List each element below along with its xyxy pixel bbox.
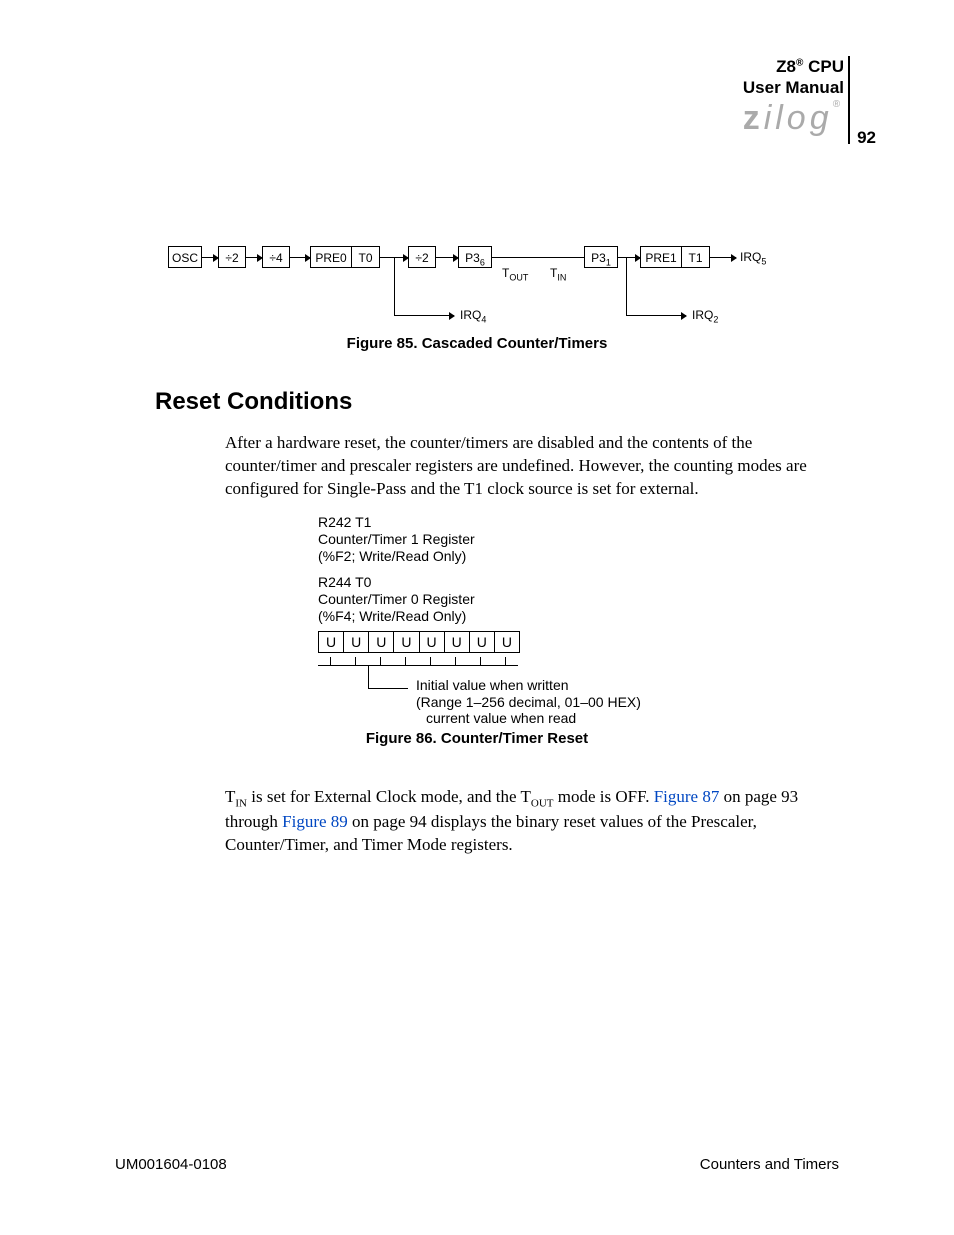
page-number: 92 — [857, 128, 876, 148]
section-heading: Reset Conditions — [155, 388, 352, 416]
label-tout: TOUT — [502, 266, 528, 282]
bit-desc-line: (Range 1–256 decimal, 01–00 HEX) — [416, 694, 641, 711]
page: Z8® CPU User Manual zilog® 92 OSC ÷2 ÷4 … — [0, 0, 954, 1235]
arrow-icon — [246, 257, 262, 258]
bit-cell: U — [445, 632, 470, 652]
figure-86-diagram: R242 T1 Counter/Timer 1 Register (%F2; W… — [318, 514, 678, 671]
block-div4: ÷4 — [262, 246, 290, 268]
figure-85-diagram: OSC ÷2 ÷4 PRE0 T0 ÷2 P36 TOUT TIN P31 PR… — [156, 240, 816, 340]
block-p31: P31 — [584, 246, 618, 268]
bit-brace: Initial value when written (Range 1–256 … — [318, 657, 518, 671]
reg-t0-block: R244 T0 Counter/Timer 0 Register (%F4; W… — [318, 574, 678, 624]
bit-cell: U — [495, 632, 519, 652]
header-separator — [848, 56, 850, 144]
bit-cell: U — [394, 632, 419, 652]
bit-cell: U — [420, 632, 445, 652]
bit-cell: U — [369, 632, 394, 652]
bit-description: Initial value when written (Range 1–256 … — [416, 677, 641, 727]
reg-t1-block: R242 T1 Counter/Timer 1 Register (%F2; W… — [318, 514, 678, 564]
reg-t1-name: R242 T1 — [318, 514, 678, 531]
bit-cell: U — [319, 632, 344, 652]
figure-85-caption: Figure 85. Cascaded Counter/Timers — [0, 335, 954, 352]
brand-logo: zilog® — [743, 99, 844, 138]
bit-desc-line: Initial value when written — [416, 677, 641, 694]
reg-t1-addr: (%F2; Write/Read Only) — [318, 548, 678, 565]
arrow-icon — [618, 257, 640, 258]
block-t1: T1 — [682, 246, 710, 268]
bit-cell: U — [344, 632, 369, 652]
block-pre1: PRE1 — [640, 246, 682, 268]
label-irq4: IRQ4 — [460, 308, 486, 324]
block-div2a: ÷2 — [218, 246, 246, 268]
arrow-icon — [202, 257, 218, 258]
footer-chapter: Counters and Timers — [700, 1156, 839, 1173]
bit-desc-line: current value when read — [416, 710, 641, 727]
line — [492, 257, 584, 258]
doc-title-line2: User Manual — [743, 78, 844, 97]
figure-86-caption: Figure 86. Counter/Timer Reset — [0, 730, 954, 747]
text: is set for External Clock mode, and the … — [251, 787, 531, 806]
line — [394, 257, 395, 315]
block-pre0: PRE0 — [310, 246, 352, 268]
label-irq5: IRQ5 — [740, 250, 766, 266]
reg-t0-desc: Counter/Timer 0 Register — [318, 591, 678, 608]
text: T — [225, 787, 235, 806]
sub-out: OUT — [531, 797, 554, 809]
text: mode is OFF. — [558, 787, 654, 806]
arrow-icon — [436, 257, 458, 258]
label-irq2: IRQ2 — [692, 308, 718, 324]
block-t0: T0 — [352, 246, 380, 268]
link-figure-87[interactable]: Figure 87 — [654, 787, 720, 806]
block-div2b: ÷2 — [408, 246, 436, 268]
arrow-icon — [290, 257, 310, 258]
block-osc: OSC — [168, 246, 202, 268]
bit-cell: U — [470, 632, 495, 652]
footer-doc-id: UM001604-0108 — [115, 1156, 227, 1173]
arrow-icon — [710, 257, 736, 258]
block-p36: P36 — [458, 246, 492, 268]
bit-row: U U U U U U U U — [318, 631, 520, 653]
section-paragraph-2: TIN is set for External Clock mode, and … — [225, 786, 840, 857]
reg-t0-addr: (%F4; Write/Read Only) — [318, 608, 678, 625]
link-figure-89[interactable]: Figure 89 — [282, 812, 348, 831]
section-paragraph-1: After a hardware reset, the counter/time… — [225, 432, 840, 501]
doc-title-line1: Z8® CPU — [776, 57, 844, 76]
label-tin: TIN — [550, 266, 566, 282]
sub-in: IN — [235, 797, 247, 809]
arrow-icon — [394, 315, 454, 316]
line — [626, 257, 627, 315]
reg-t1-desc: Counter/Timer 1 Register — [318, 531, 678, 548]
doc-title: Z8® CPU User Manual — [743, 56, 844, 99]
reg-t0-name: R244 T0 — [318, 574, 678, 591]
arrow-icon — [626, 315, 686, 316]
